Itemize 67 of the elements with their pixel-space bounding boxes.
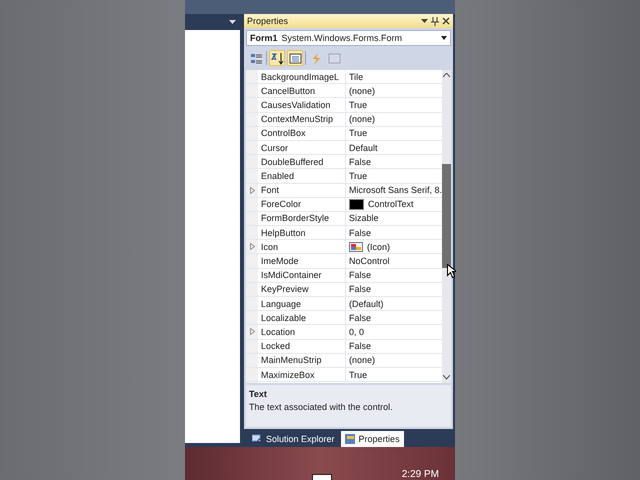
clock-time[interactable]: 2:29 PM xyxy=(402,469,439,480)
property-value[interactable]: (none) xyxy=(349,355,376,366)
dropdown-icon[interactable] xyxy=(421,18,428,24)
property-value[interactable]: ControlText xyxy=(368,199,414,210)
dropdown-icon xyxy=(441,36,447,40)
scroll-down-icon[interactable] xyxy=(443,375,450,380)
property-value[interactable]: True xyxy=(349,170,368,181)
property-value[interactable]: (Icon) xyxy=(367,242,390,252)
property-name[interactable]: Localizable xyxy=(258,312,345,323)
property-value[interactable]: (Default) xyxy=(349,298,384,309)
property-value[interactable]: True xyxy=(349,370,368,380)
property-name[interactable]: FormBorderStyle xyxy=(258,213,345,224)
property-name[interactable]: Cursor xyxy=(258,142,345,153)
keyboard-icon[interactable] xyxy=(312,474,332,480)
property-value[interactable]: (none) xyxy=(349,114,376,124)
pin-icon[interactable] xyxy=(431,16,439,26)
property-name[interactable]: BackgroundImageL xyxy=(258,72,345,82)
property-name[interactable]: Enabled xyxy=(258,170,345,181)
property-name[interactable]: Language xyxy=(258,298,345,309)
scrollbar-thumb[interactable] xyxy=(442,164,452,268)
object-selector[interactable]: Form1 System.Windows.Forms.Form xyxy=(246,30,451,46)
property-value[interactable]: NoControl xyxy=(349,256,390,266)
property-value[interactable]: (none) xyxy=(349,86,376,96)
property-name[interactable]: Locked xyxy=(258,341,345,352)
property-value[interactable]: True xyxy=(349,100,368,110)
property-name[interactable]: Icon xyxy=(258,242,345,252)
property-value[interactable]: Microsoft Sans Serif, 8. xyxy=(349,185,442,196)
property-name[interactable]: MainMenuStrip xyxy=(258,355,345,366)
property-name[interactable]: HelpButton xyxy=(258,228,345,238)
property-list-icon[interactable] xyxy=(287,50,303,66)
description-title: Text xyxy=(249,389,268,399)
property-name[interactable]: ControlBox xyxy=(258,128,345,138)
mouse-pointer-icon xyxy=(447,264,456,278)
property-name[interactable]: Font xyxy=(258,185,345,196)
property-name[interactable]: ImeMode xyxy=(258,256,345,266)
property-name[interactable]: ContextMenuStrip xyxy=(258,114,345,124)
dropdown-icon[interactable] xyxy=(229,20,236,24)
property-name[interactable]: MaximizeBox xyxy=(258,370,345,380)
property-name[interactable]: CancelButton xyxy=(258,86,345,96)
description-text: The text associated with the control. xyxy=(249,402,394,412)
property-name[interactable]: CausesValidation xyxy=(258,100,345,110)
property-value[interactable]: 0, 0 xyxy=(349,326,364,337)
property-value[interactable]: False xyxy=(349,312,372,323)
property-value[interactable]: False xyxy=(349,270,372,280)
magnifier-window-icon xyxy=(252,434,263,444)
panel-tab[interactable]: Solution Explorer xyxy=(248,431,339,447)
scroll-up-icon[interactable] xyxy=(443,73,450,78)
property-value[interactable]: False xyxy=(349,156,372,167)
property-sheet-icon xyxy=(344,434,356,444)
property-name[interactable]: KeyPreview xyxy=(258,284,345,294)
window-title: Properties xyxy=(247,16,290,26)
sort-icon[interactable] xyxy=(269,50,285,66)
close-icon[interactable] xyxy=(442,17,450,25)
property-value[interactable]: False xyxy=(349,341,372,352)
form-icon xyxy=(349,242,363,252)
property-value[interactable]: Tile xyxy=(349,72,364,82)
property-value[interactable]: True xyxy=(349,128,368,138)
property-name[interactable]: DoubleBuffered xyxy=(258,156,345,167)
property-value[interactable]: Default xyxy=(349,142,378,153)
property-value[interactable]: False xyxy=(349,228,372,238)
scrollbar[interactable] xyxy=(442,70,452,383)
panel-tab[interactable]: Properties xyxy=(340,431,404,447)
property-name[interactable]: IsMdiContainer xyxy=(258,270,345,280)
property-name[interactable]: ForeColor xyxy=(258,199,345,210)
property-name[interactable]: Location xyxy=(258,326,345,337)
property-value[interactable]: Sizable xyxy=(349,213,379,224)
property-value[interactable]: False xyxy=(349,284,372,294)
